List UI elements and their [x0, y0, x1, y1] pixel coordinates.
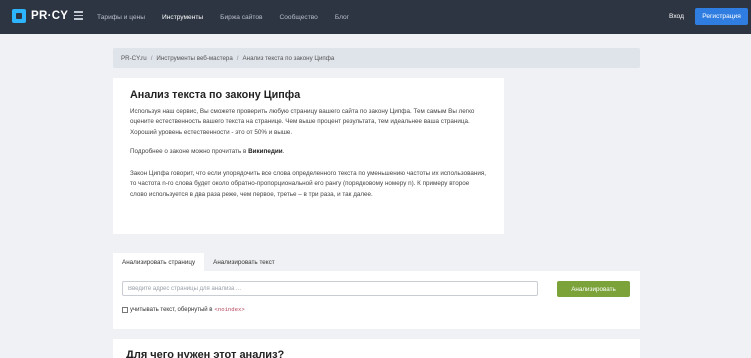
breadcrumb-tools[interactable]: Инструменты веб-мастера — [156, 55, 232, 62]
purpose-section: Для чего нужен этот анализ? — [113, 339, 640, 358]
breadcrumb-home[interactable]: PR-CY.ru — [121, 55, 147, 62]
tab-analyze-page[interactable]: Анализировать страницу — [113, 253, 205, 271]
register-button[interactable]: Регистрация — [695, 8, 748, 25]
page-title: Анализ текста по закону Ципфа — [130, 89, 301, 101]
breadcrumb: PR-CY.ru / Инструменты веб-мастера / Ана… — [113, 48, 640, 68]
logo[interactable]: PR·CY — [12, 9, 68, 23]
noindex-option[interactable]: учитывать текст, обернутый в <noindex> — [122, 306, 245, 313]
url-input[interactable] — [122, 281, 538, 296]
wiki-end: . — [282, 147, 285, 155]
intro-card: Анализ текста по закону Ципфа Используя … — [113, 78, 504, 234]
intro-paragraph: Используя наш сервис, Вы сможете провери… — [130, 108, 475, 136]
noindex-checkbox-label: учитывать текст, обернутый в — [130, 306, 213, 313]
breadcrumb-separator: / — [150, 54, 153, 62]
zipf-description: Закон Ципфа говорит, что если упорядочит… — [130, 170, 487, 198]
analysis-form: Анализировать учитывать текст, обернутый… — [113, 271, 640, 329]
analysis-tabs: Анализировать страницу Анализировать тек… — [113, 253, 284, 271]
nav-item-community[interactable]: Сообщество — [280, 14, 318, 21]
breadcrumb-separator: / — [236, 54, 239, 62]
analyze-button[interactable]: Анализировать — [557, 281, 630, 297]
section-title: Для чего нужен этот анализ? — [126, 349, 285, 358]
wiki-text: Подробнее о законе можно прочитать в — [130, 147, 249, 155]
wikipedia-link[interactable]: Википедии — [248, 148, 283, 155]
noindex-tag: <noindex> — [214, 306, 245, 313]
logo-icon — [12, 9, 26, 23]
login-link[interactable]: Вход — [669, 13, 684, 20]
nav-item-tools[interactable]: Инструменты — [162, 14, 203, 21]
breadcrumb-current: Анализ текста по закону Ципфа — [242, 54, 335, 62]
nav-item-blog[interactable]: Блог — [335, 14, 349, 21]
noindex-checkbox[interactable] — [122, 306, 128, 313]
nav-item-pricing[interactable]: Тарифы и цены — [97, 14, 145, 21]
wiki-paragraph: Подробнее о законе можно прочитать в Вик… — [130, 147, 487, 157]
tab-analyze-text[interactable]: Анализировать текст — [204, 253, 284, 271]
top-navbar: PR·CY Тарифы и цены Инструменты Биржа са… — [0, 0, 751, 34]
menu-burger-icon[interactable] — [74, 11, 83, 20]
main-nav: Тарифы и цены Инструменты Биржа сайтов С… — [97, 0, 366, 34]
logo-text: PR·CY — [31, 10, 69, 22]
nav-item-site-exchange[interactable]: Биржа сайтов — [220, 14, 262, 21]
